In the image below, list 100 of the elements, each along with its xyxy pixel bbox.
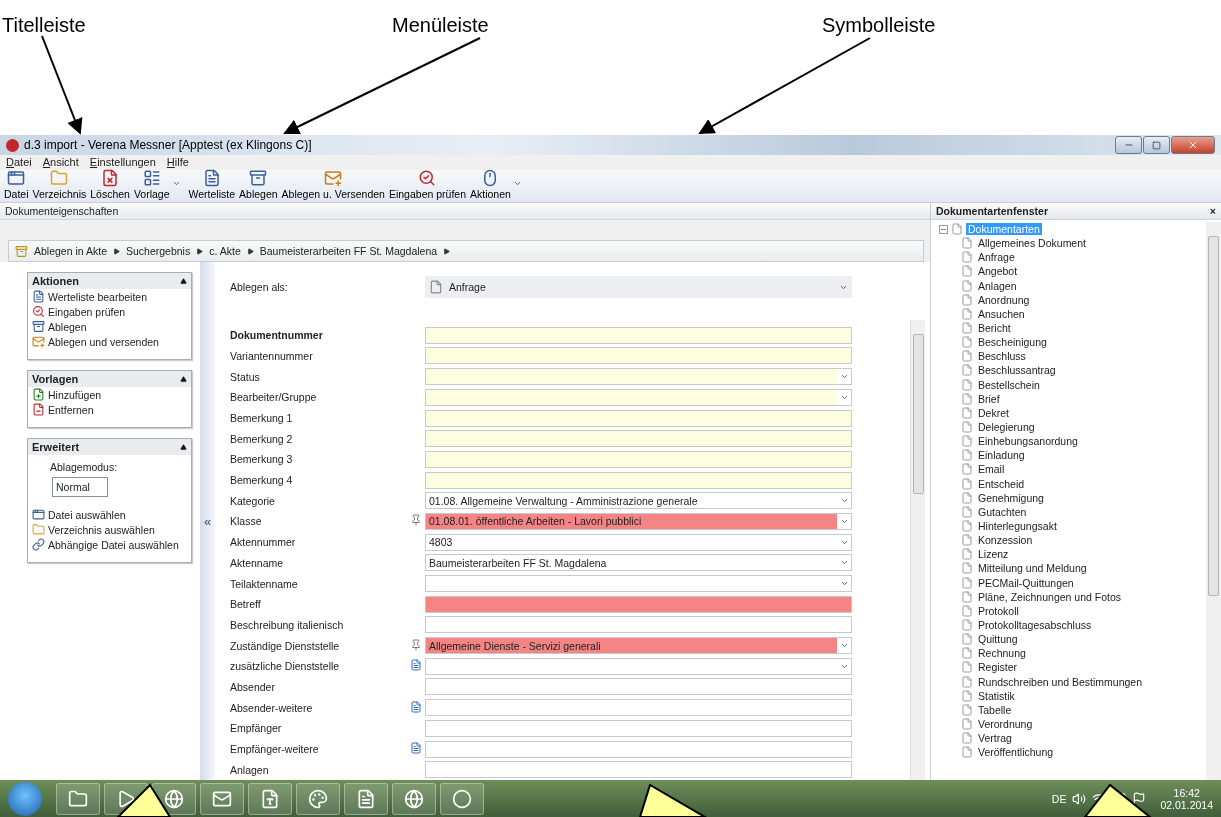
flag-icon[interactable] xyxy=(1132,791,1147,806)
task-link[interactable]: Ablegen und versenden xyxy=(28,334,191,349)
task-link[interactable]: Verzeichnis auswählen xyxy=(28,522,191,537)
tree-item[interactable]: Register xyxy=(976,661,1020,674)
toolbar-button[interactable]: Werteliste xyxy=(186,169,238,200)
document-icon[interactable] xyxy=(410,700,422,713)
menu-item[interactable]: Datei xyxy=(4,155,41,170)
combo-box[interactable]: Baumeisterarbeiten FF St. Magdalena xyxy=(425,554,852,572)
combo-box[interactable]: 4803 xyxy=(425,533,852,551)
scrollbar[interactable] xyxy=(910,320,925,780)
document-icon[interactable] xyxy=(410,742,422,755)
start-button[interactable] xyxy=(8,781,42,816)
tree-item[interactable]: Einhebungsanordung xyxy=(976,435,1080,448)
language-indicator[interactable]: DE xyxy=(1051,792,1067,805)
tree-item[interactable]: Beschluss xyxy=(976,350,1028,363)
input-field[interactable] xyxy=(425,326,852,344)
close-button[interactable]: × xyxy=(1209,205,1216,217)
tree-item[interactable]: Rundschreiben und Bestimmungen xyxy=(976,675,1145,688)
tree-item[interactable]: Anlagen xyxy=(976,279,1019,292)
tree-item[interactable]: Lizenz xyxy=(976,548,1011,561)
toolbar-button[interactable]: Vorlage xyxy=(131,169,187,200)
close-button[interactable] xyxy=(1171,136,1215,154)
tree-item[interactable]: Allgemeines Dokument xyxy=(976,237,1088,250)
tree-item[interactable]: Brief xyxy=(976,392,1002,405)
tree-item[interactable]: Mitteilung und Meldung xyxy=(976,562,1089,575)
tree-item[interactable]: Bestellschein xyxy=(976,378,1042,391)
collapse-icon[interactable] xyxy=(180,443,187,451)
tree-item[interactable]: Protokolltagesabschluss xyxy=(976,619,1094,631)
minimize-button[interactable] xyxy=(1115,136,1142,154)
tree-item[interactable]: Angebot xyxy=(976,265,1020,278)
tree-item[interactable]: Statistik xyxy=(976,689,1017,702)
toolbar-button[interactable]: Datei xyxy=(2,169,31,200)
collapse-button[interactable]: « xyxy=(203,513,212,529)
tree-item[interactable]: Entscheid xyxy=(976,477,1027,490)
breadcrumb-link[interactable]: Suchergebnis xyxy=(126,245,191,257)
breadcrumb-link[interactable]: c. Akte xyxy=(209,245,241,257)
pin-icon[interactable] xyxy=(410,514,422,527)
input-field[interactable] xyxy=(425,347,852,365)
document-type-select[interactable]: Anfrage xyxy=(425,276,852,298)
tree-item[interactable]: Bescheinigung xyxy=(976,336,1049,349)
tree-item[interactable]: Konzession xyxy=(976,534,1035,547)
tree-item[interactable]: Quittung xyxy=(976,633,1020,646)
input-field[interactable] xyxy=(425,699,852,717)
tree-item[interactable]: Delegierung xyxy=(976,421,1037,434)
tree-item[interactable]: Genehmigung xyxy=(976,491,1046,504)
toolbar-button[interactable]: Löschen xyxy=(88,169,132,200)
toolbar-button[interactable]: Aktionen xyxy=(468,169,528,200)
speaker-icon[interactable] xyxy=(1072,791,1087,806)
tree-item[interactable]: Anordnung xyxy=(976,293,1032,306)
menu-item[interactable]: Einstellungen xyxy=(87,155,165,170)
menu-item[interactable]: Hilfe xyxy=(164,155,198,170)
task-link[interactable]: Eingaben prüfen xyxy=(28,304,191,319)
scrollbar[interactable] xyxy=(1206,222,1221,780)
task-link[interactable]: Entfernen xyxy=(28,402,191,417)
tree-item[interactable]: Einladung xyxy=(976,449,1027,462)
input-field[interactable] xyxy=(425,740,852,758)
combo-box[interactable]: 01.08.01. öffentliche Arbeiten - Lavori pubblici xyxy=(425,512,852,530)
breadcrumb-link[interactable]: Baumeisterarbeiten FF St. Magdalena xyxy=(259,245,438,257)
tree-item[interactable]: Ansuchen xyxy=(976,307,1027,320)
task-link[interactable]: Datei auswählen xyxy=(28,507,191,522)
task-link[interactable]: Werteliste bearbeiten xyxy=(28,289,191,304)
combo-box[interactable]: 01.08. Allgemeine Verwaltung - Amministrazione generale xyxy=(425,492,852,510)
pin-icon[interactable] xyxy=(410,638,422,651)
tree-item[interactable]: Protokoll xyxy=(976,604,1021,617)
menu-item[interactable]: Ansicht xyxy=(40,155,88,170)
tree-item[interactable]: Gutachten xyxy=(976,505,1029,518)
input-field[interactable] xyxy=(425,430,852,448)
input-field[interactable] xyxy=(425,678,852,696)
collapse-icon[interactable] xyxy=(180,277,187,285)
tree-item[interactable]: Vertrag xyxy=(976,732,1014,745)
combo-box[interactable]: Allgemeine Dienste - Servizi generali xyxy=(425,637,852,655)
tree-item[interactable]: Beschlussantrag xyxy=(976,364,1058,377)
tree-item[interactable]: Veröffentlichung xyxy=(976,746,1056,759)
collapse-icon[interactable] xyxy=(180,375,187,383)
input-field[interactable] xyxy=(425,595,852,613)
document-icon[interactable] xyxy=(410,659,422,672)
tree-item[interactable]: Rechnung xyxy=(976,647,1028,660)
task-link[interactable]: Ablegen xyxy=(28,319,191,334)
tree-item[interactable]: Email xyxy=(976,463,1007,476)
toolbar-button[interactable]: Ablegen u. Versenden xyxy=(279,169,387,200)
task-link[interactable]: Hinzufügen xyxy=(28,387,191,402)
tree-item[interactable]: Verordnung xyxy=(976,718,1035,730)
mode-select[interactable]: Normal xyxy=(52,477,108,497)
maximize-button[interactable] xyxy=(1143,136,1170,154)
task-link[interactable]: Abhängige Datei auswählen xyxy=(28,537,191,552)
input-field[interactable] xyxy=(425,471,852,489)
tree-item[interactable]: Anfrage xyxy=(976,251,1017,264)
input-field[interactable] xyxy=(425,761,852,779)
tree-item[interactable]: Dekret xyxy=(976,406,1011,419)
input-field[interactable] xyxy=(425,719,852,737)
input-field[interactable] xyxy=(425,450,852,468)
tree-item[interactable]: PECMail-Quittungen xyxy=(976,576,1076,589)
tree-item[interactable]: Hinterlegungsakt xyxy=(976,520,1059,532)
toolbar-button[interactable]: Eingaben prüfen xyxy=(386,169,468,200)
tree-item[interactable]: Tabelle xyxy=(976,703,1014,716)
toolbar-button[interactable]: Verzeichnis xyxy=(30,169,89,200)
input-field[interactable] xyxy=(425,409,852,427)
tree-item[interactable]: Bericht xyxy=(976,322,1013,335)
breadcrumb-link[interactable]: Ablegen in Akte xyxy=(34,245,107,257)
input-field[interactable] xyxy=(425,616,852,634)
